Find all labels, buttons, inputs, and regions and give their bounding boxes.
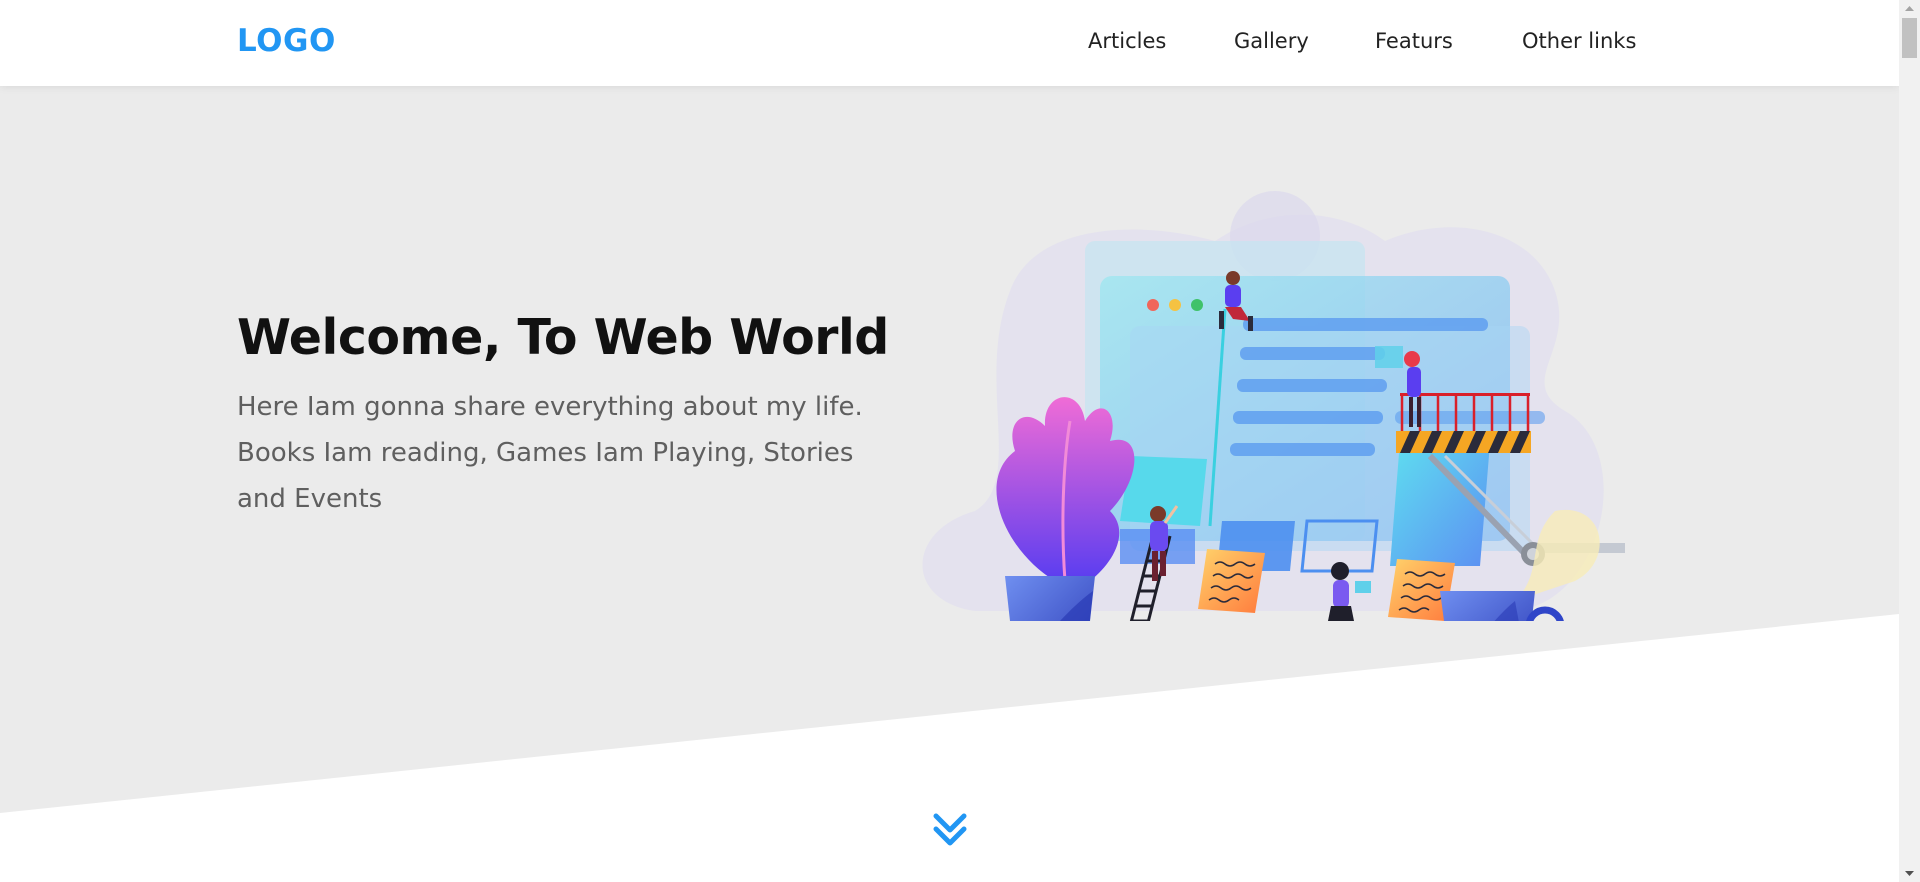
page: LOGO Articles Gallery Featurs Other link… [0, 0, 1899, 882]
nav-link-gallery[interactable]: Gallery [1234, 27, 1309, 55]
chevron-double-down-icon[interactable] [930, 810, 970, 850]
hero-title: Welcome, To Web World [237, 309, 889, 366]
hero-section: Welcome, To Web World Here Iam gonna sha… [0, 86, 1899, 882]
site-header: LOGO Articles Gallery Featurs Other link… [0, 0, 1899, 86]
website-construction-illustration [922, 191, 1625, 621]
vertical-scrollbar[interactable] [1899, 0, 1920, 882]
nav-link-features[interactable]: Featurs [1375, 27, 1453, 55]
hero-description: Here Iam gonna share everything about my… [237, 392, 863, 514]
main-nav: Articles Gallery Featurs Other links [0, 27, 1899, 57]
scrollbar-thumb[interactable] [1902, 18, 1917, 58]
scroll-up-arrow-icon[interactable] [1899, 0, 1920, 17]
nav-link-articles[interactable]: Articles [1088, 27, 1166, 55]
nav-link-other-links[interactable]: Other links [1522, 27, 1636, 55]
scroll-down-arrow-icon[interactable] [1899, 865, 1920, 882]
